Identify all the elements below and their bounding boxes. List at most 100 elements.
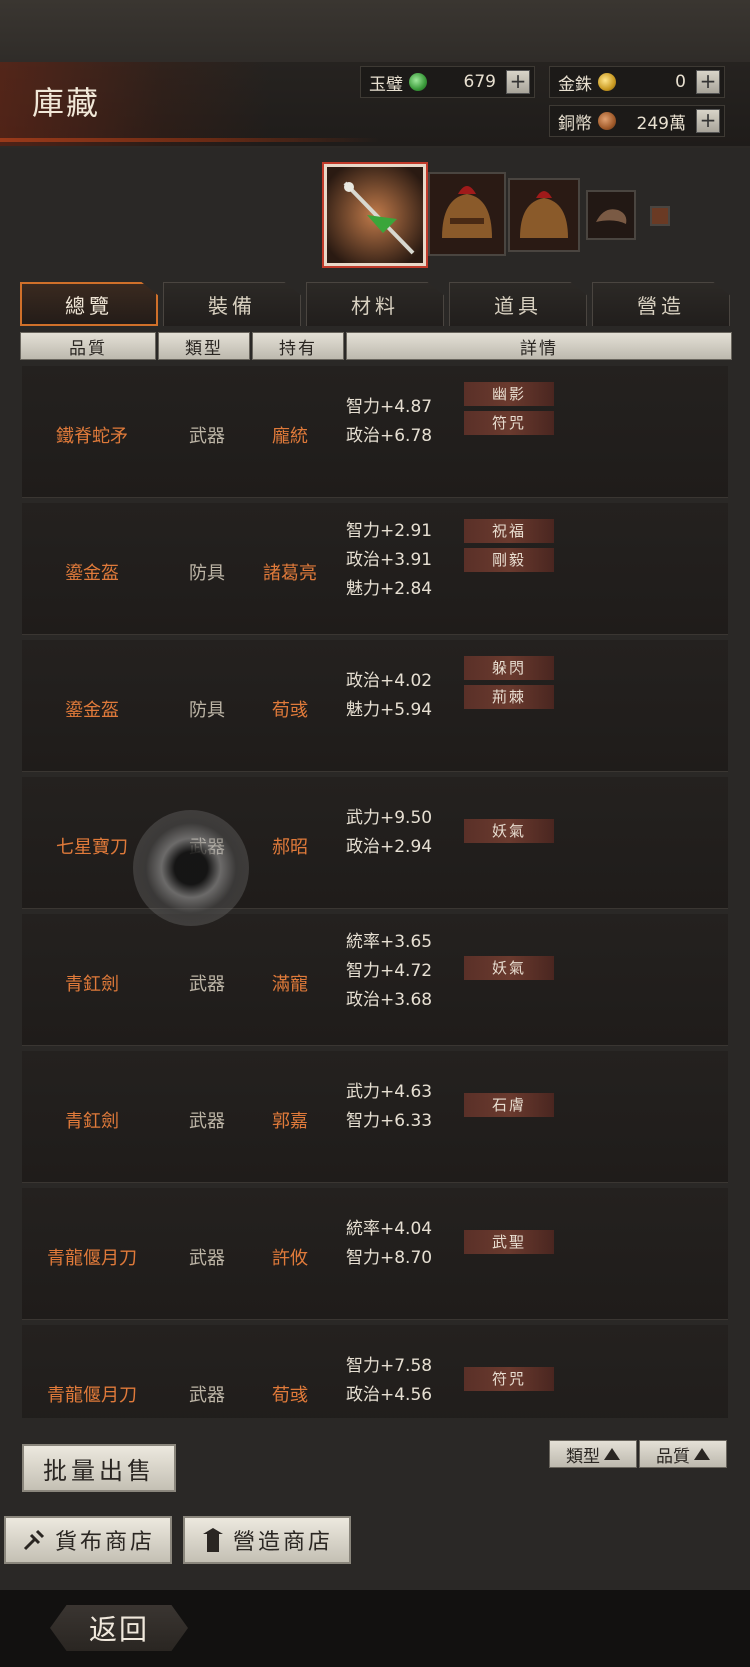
tab-overview[interactable]: 總覽 xyxy=(20,282,158,326)
item-type: 武器 xyxy=(189,1248,225,1269)
add-jade-button[interactable]: + xyxy=(506,70,530,94)
jade-coin-icon xyxy=(409,73,427,91)
item-owner: 許攸 xyxy=(272,1248,308,1269)
trait-badge: 荊棘 xyxy=(464,685,554,709)
stat-line: 武力+4.63 xyxy=(346,1082,433,1102)
item-traits: 妖氣 xyxy=(464,956,554,985)
sort-asc-icon xyxy=(604,1448,620,1460)
item-type: 武器 xyxy=(189,1385,225,1406)
copper-coin-icon xyxy=(598,112,616,130)
item-name: 鎏金盔 xyxy=(65,563,119,584)
table-row[interactable]: 鐵脊蛇矛 武器 龐統 智力+4.87 政治+6.78 幽影 符咒 xyxy=(22,366,728,498)
tab-equipment[interactable]: 裝備 xyxy=(163,282,301,326)
item-stats: 武力+4.63 智力+6.33 xyxy=(346,1078,456,1136)
table-row[interactable]: 七星寶刀 武器 郝昭 武力+9.50 政治+2.94 妖氣 xyxy=(22,777,728,909)
item-stats: 智力+2.91 政治+3.91 魅力+2.84 xyxy=(346,517,456,604)
stat-line: 政治+3.91 xyxy=(346,550,433,570)
currency-shop-button[interactable]: 貨布商店 xyxy=(4,1516,172,1564)
table-row[interactable]: 鎏金盔 防具 荀彧 政治+4.02 魅力+5.94 躲閃 荊棘 xyxy=(22,640,728,772)
table-row[interactable]: 鎏金盔 防具 諸葛亮 智力+2.91 政治+3.91 魅力+2.84 祝福 剛毅 xyxy=(22,503,728,635)
add-gold-button[interactable]: + xyxy=(696,70,720,94)
trait-badge: 妖氣 xyxy=(464,819,554,843)
back-button[interactable]: 返回 xyxy=(50,1605,188,1651)
dragon-thumbnail[interactable] xyxy=(586,190,636,240)
currency-copper: 銅幣 249萬 + xyxy=(549,105,725,137)
trait-badge: 幽影 xyxy=(464,382,554,406)
helmet-thumbnail[interactable] xyxy=(428,172,506,256)
item-type: 防具 xyxy=(189,563,225,584)
helmet-thumbnail-2[interactable] xyxy=(508,178,580,252)
item-type: 防具 xyxy=(189,700,225,721)
item-owner: 荀彧 xyxy=(272,1385,308,1406)
item-traits: 祝福 剛毅 xyxy=(464,519,554,577)
item-stats: 統率+4.04 智力+8.70 xyxy=(346,1215,456,1273)
dragon-icon xyxy=(588,192,634,238)
item-owner: 郭嘉 xyxy=(272,1111,308,1132)
build-shop-button[interactable]: 營造商店 xyxy=(183,1516,351,1564)
currency-gold: 金銖 0 + xyxy=(549,66,725,98)
item-traits: 武聖 xyxy=(464,1230,554,1259)
item-list[interactable]: 鐵脊蛇矛 武器 龐統 智力+4.87 政治+6.78 幽影 符咒 鎏金盔 防具 … xyxy=(22,366,728,1418)
item-owner: 荀彧 xyxy=(272,700,308,721)
item-type: 武器 xyxy=(189,426,225,447)
bulk-sell-button[interactable]: 批量出售 xyxy=(22,1444,176,1492)
item-name: 青釭劍 xyxy=(65,974,119,995)
sort-asc-icon xyxy=(694,1448,710,1460)
item-name: 鐵脊蛇矛 xyxy=(56,426,128,447)
col-type[interactable]: 類型 xyxy=(158,332,250,360)
gold-coin-icon xyxy=(598,73,616,91)
sort-type-label: 類型 xyxy=(566,1446,600,1467)
item-traits: 幽影 符咒 xyxy=(464,382,554,440)
currency-name: 玉璧 xyxy=(369,74,403,95)
item-traits: 符咒 xyxy=(464,1367,554,1396)
page-title: 庫藏 xyxy=(32,84,101,122)
item-icon xyxy=(652,208,668,224)
add-copper-button[interactable]: + xyxy=(696,109,720,133)
touch-indicator xyxy=(133,810,249,926)
item-stats: 政治+4.02 魅力+5.94 xyxy=(346,667,456,725)
helmet-icon xyxy=(430,174,504,254)
tab-construction[interactable]: 營造 xyxy=(592,282,730,326)
stat-line: 智力+4.87 xyxy=(346,397,433,417)
item-owner: 龐統 xyxy=(272,426,308,447)
small-thumbnail[interactable] xyxy=(650,206,670,226)
sort-quality-button[interactable]: 品質 xyxy=(639,1440,727,1468)
item-stats: 智力+4.87 政治+6.78 xyxy=(346,393,456,451)
item-owner: 諸葛亮 xyxy=(263,563,317,584)
item-stats: 武力+9.50 政治+2.94 xyxy=(346,804,456,862)
stat-line: 政治+4.02 xyxy=(346,671,433,691)
table-row[interactable]: 青釭劍 武器 郭嘉 武力+4.63 智力+6.33 石膚 xyxy=(22,1051,728,1183)
currency-shop-label: 貨布商店 xyxy=(54,1530,155,1555)
item-traits: 躲閃 荊棘 xyxy=(464,656,554,714)
stat-line: 政治+2.94 xyxy=(346,837,433,857)
tab-props[interactable]: 道具 xyxy=(449,282,587,326)
category-tabs: 總覽 裝備 材料 道具 營造 xyxy=(20,282,730,328)
trait-badge: 符咒 xyxy=(464,1367,554,1391)
stat-line: 智力+2.91 xyxy=(346,521,433,541)
stat-line: 魅力+2.84 xyxy=(346,579,433,599)
item-name: 青釭劍 xyxy=(65,1111,119,1132)
item-name: 青龍偃月刀 xyxy=(47,1385,137,1406)
col-quality[interactable]: 品質 xyxy=(20,332,156,360)
item-type: 武器 xyxy=(189,1111,225,1132)
spear-icon xyxy=(327,167,423,263)
stat-line: 智力+7.58 xyxy=(346,1356,433,1376)
spear-thumbnail[interactable] xyxy=(324,164,426,266)
table-row[interactable]: 青龍偃月刀 武器 許攸 統率+4.04 智力+8.70 武聖 xyxy=(22,1188,728,1320)
col-details[interactable]: 詳情 xyxy=(346,332,732,360)
sort-type-button[interactable]: 類型 xyxy=(549,1440,637,1468)
sort-quality-label: 品質 xyxy=(656,1446,690,1467)
helmet-icon xyxy=(510,180,578,250)
item-owner: 滿寵 xyxy=(272,974,308,995)
title-underline xyxy=(0,138,380,142)
col-owner[interactable]: 持有 xyxy=(252,332,344,360)
table-row[interactable]: 青龍偃月刀 武器 荀彧 智力+7.58 政治+4.56 符咒 xyxy=(22,1325,728,1418)
currency-value: 0 xyxy=(675,72,686,92)
item-name: 青龍偃月刀 xyxy=(47,1248,137,1269)
tab-materials[interactable]: 材料 xyxy=(306,282,444,326)
trait-badge: 剛毅 xyxy=(464,548,554,572)
stat-line: 統率+3.65 xyxy=(346,932,433,952)
currency-value: 249萬 xyxy=(636,113,686,134)
item-type: 武器 xyxy=(189,974,225,995)
table-row[interactable]: 青釭劍 武器 滿寵 統率+3.65 智力+4.72 政治+3.68 妖氣 xyxy=(22,914,728,1046)
